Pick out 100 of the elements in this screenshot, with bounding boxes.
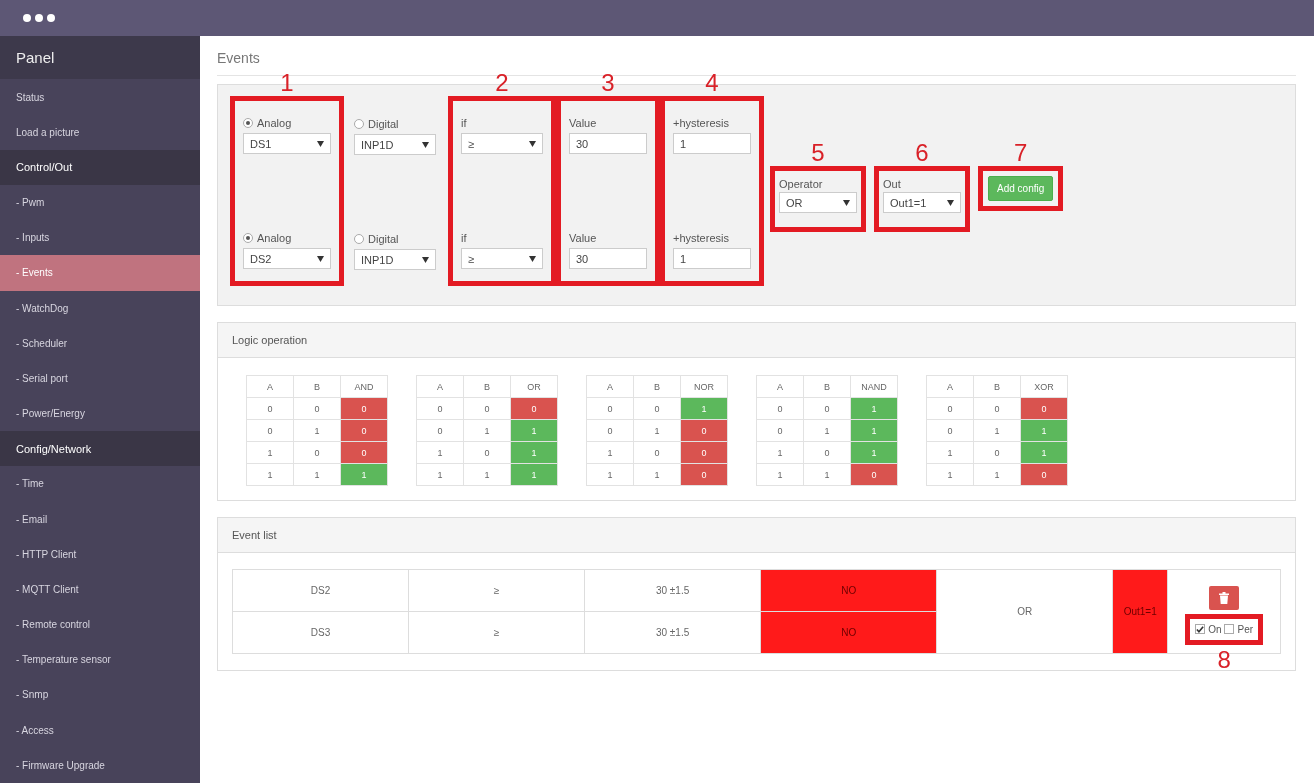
state-cell: NO (760, 569, 937, 612)
sidebar-section[interactable]: Control/Out (0, 149, 200, 185)
table-cell: DS2 (232, 569, 409, 612)
field-label: +hysteresis (673, 116, 730, 131)
sidebar-item[interactable]: - Events (0, 255, 200, 291)
radio-label: Digital (368, 118, 399, 130)
checkbox[interactable] (1224, 624, 1235, 634)
input-field[interactable]: 30 (569, 248, 647, 269)
sidebar-item[interactable]: - Time (0, 466, 200, 502)
table-cell: 0 (756, 397, 804, 420)
caret-icon (529, 140, 536, 147)
radio-label: Analog (257, 232, 292, 244)
table-cell: 1 (756, 463, 804, 486)
table-cell: 30 ±1.5 (584, 569, 761, 612)
table-header: A (586, 375, 634, 398)
delete-button[interactable] (1209, 585, 1240, 610)
sidebar-item[interactable]: - Firmware Upgrade (0, 747, 200, 783)
checkbox-label: On (1208, 623, 1222, 635)
radio-button[interactable] (243, 233, 253, 243)
sidebar-item[interactable]: - Snmp (0, 677, 200, 713)
sidebar-item[interactable]: - Access (0, 712, 200, 748)
table-cell: 1 (926, 441, 974, 464)
table-cell: OR (936, 569, 1113, 654)
table-cell: 0 (973, 397, 1021, 420)
sidebar-section[interactable]: Config/Network (0, 431, 200, 467)
table-cell: 0 (463, 441, 511, 464)
sidebar-item[interactable]: - MQTT Client (0, 571, 200, 608)
table-cell: 1 (463, 463, 511, 486)
table-header: XOR (1020, 375, 1068, 398)
radio-label: Analog (257, 117, 292, 129)
table-cell: 0 (973, 441, 1021, 464)
table-cell: 1 (416, 463, 464, 486)
table-cell: 1 (416, 441, 464, 464)
input-field[interactable]: 1 (673, 248, 751, 269)
dots-icon (22, 13, 56, 23)
panel-header: Logic operation (218, 323, 1295, 358)
field-label: +hysteresis (673, 231, 730, 246)
table-cell: 0 (416, 397, 464, 420)
table-header: A (756, 375, 804, 398)
checkbox[interactable] (1195, 624, 1206, 634)
radio-button[interactable] (354, 119, 364, 129)
operator-select[interactable]: OR (779, 192, 857, 213)
table-cell: 1 (633, 463, 681, 486)
condition-select[interactable]: ≥ (461, 248, 543, 269)
table-cell: 1 (973, 419, 1021, 442)
sidebar-item[interactable]: - Email (0, 501, 200, 537)
out-select[interactable]: Out1=1 (883, 192, 961, 213)
sidebar-title: Panel (0, 36, 200, 80)
table-header: A (416, 375, 464, 398)
radio-button[interactable] (243, 118, 253, 128)
input-field[interactable]: 1 (673, 133, 751, 154)
table-cell: 0 (803, 397, 851, 420)
radio-label: Digital (368, 233, 399, 245)
table-cell: 0 (633, 441, 681, 464)
out-cell: Out1=1 (1112, 569, 1168, 654)
input-field[interactable]: 30 (569, 133, 647, 154)
table-cell: 0 (416, 419, 464, 442)
trash-icon (1219, 591, 1230, 604)
table-header: B (633, 375, 681, 398)
table-cell: 1 (803, 419, 851, 442)
table-cell: 1 (926, 463, 974, 486)
sidebar-item[interactable]: - Pwm (0, 185, 200, 221)
source-select[interactable]: DS2 (243, 248, 331, 269)
table-header: OR (510, 375, 558, 398)
sidebar-item[interactable]: - HTTP Client (0, 536, 200, 572)
sidebar-item[interactable]: - Remote control (0, 607, 200, 643)
sidebar-item[interactable]: - Temperature sensor (0, 642, 200, 678)
radio-button[interactable] (354, 234, 364, 244)
callout-number: 8 (1217, 647, 1231, 672)
caret-icon (317, 255, 324, 262)
table-cell: 0 (586, 397, 634, 420)
field-label: Value (569, 116, 598, 131)
table-cell: 1 (803, 463, 851, 486)
table-cell: 0 (633, 397, 681, 420)
sidebar-item[interactable]: - Power/Energy (0, 396, 200, 432)
condition-select[interactable]: ≥ (461, 133, 543, 154)
table-header: B (803, 375, 851, 398)
table-cell: 0 (756, 419, 804, 442)
table-cell: 0 (293, 397, 341, 420)
sidebar-item[interactable]: - WatchDog (0, 290, 200, 326)
table-cell: 0 (803, 441, 851, 464)
caret-icon (843, 199, 850, 206)
callout-number: 6 (915, 141, 929, 165)
table-cell: 0 (926, 397, 974, 420)
table-header: NOR (680, 375, 728, 398)
sidebar-item[interactable]: Status (0, 79, 200, 115)
table-header: A (246, 375, 294, 398)
table-header: B (293, 375, 341, 398)
panel-header: Event list (218, 518, 1295, 553)
callout-number: 7 (1013, 141, 1028, 165)
sidebar-item[interactable]: - Scheduler (0, 325, 200, 361)
source-select[interactable]: DS1 (243, 133, 331, 154)
table-cell: 0 (463, 397, 511, 420)
digital-select[interactable]: INP1D (354, 249, 436, 270)
table-header: NAND (850, 375, 898, 398)
digital-select[interactable]: INP1D (354, 134, 436, 155)
caret-icon (529, 255, 536, 262)
sidebar-item[interactable]: - Inputs (0, 220, 200, 256)
sidebar-item[interactable]: Load a picture (0, 114, 200, 150)
sidebar-item[interactable]: - Serial port (0, 360, 200, 397)
